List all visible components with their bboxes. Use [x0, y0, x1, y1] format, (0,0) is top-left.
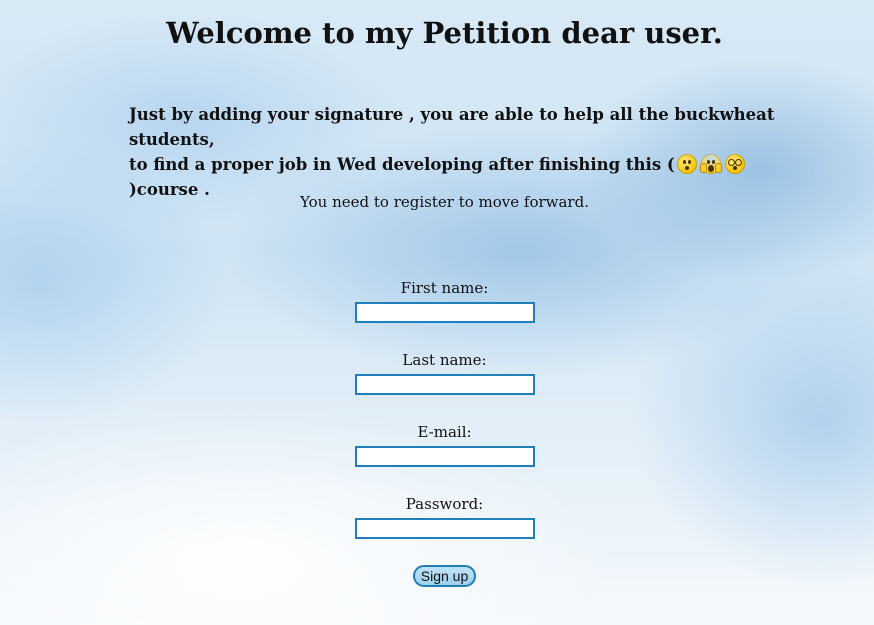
intro-line-2-start: to find a proper job in Wed developing a…	[129, 155, 675, 174]
last-name-group: Last name:	[0, 350, 874, 422]
register-notice: You need to register to move forward.	[300, 193, 589, 211]
confused-face-emoji-icon	[676, 154, 697, 174]
screaming-face-emoji-icon	[699, 154, 722, 174]
email-label: E-mail:	[417, 423, 472, 441]
page-title: Welcome to my Petition dear user.	[166, 16, 723, 50]
intro-text: Just by adding your signature , you are …	[129, 102, 809, 202]
email-group: E-mail:	[0, 422, 874, 494]
first-name-label: First name:	[400, 279, 489, 297]
intro-line-1: Just by adding your signature , you are …	[129, 105, 775, 149]
dizzy-face-emoji-icon	[724, 154, 745, 174]
password-group: Password:	[0, 494, 874, 566]
last-name-label: Last name:	[402, 351, 487, 369]
password-label: Password:	[405, 495, 484, 513]
email-input[interactable]	[354, 446, 535, 467]
sign-up-button[interactable]: Sign up	[412, 565, 477, 587]
signup-form: First name: Last name: E-mail: Password:…	[0, 278, 874, 587]
password-input[interactable]	[354, 518, 535, 539]
last-name-input[interactable]	[354, 374, 535, 395]
first-name-group: First name:	[0, 278, 874, 350]
first-name-input[interactable]	[354, 302, 535, 323]
